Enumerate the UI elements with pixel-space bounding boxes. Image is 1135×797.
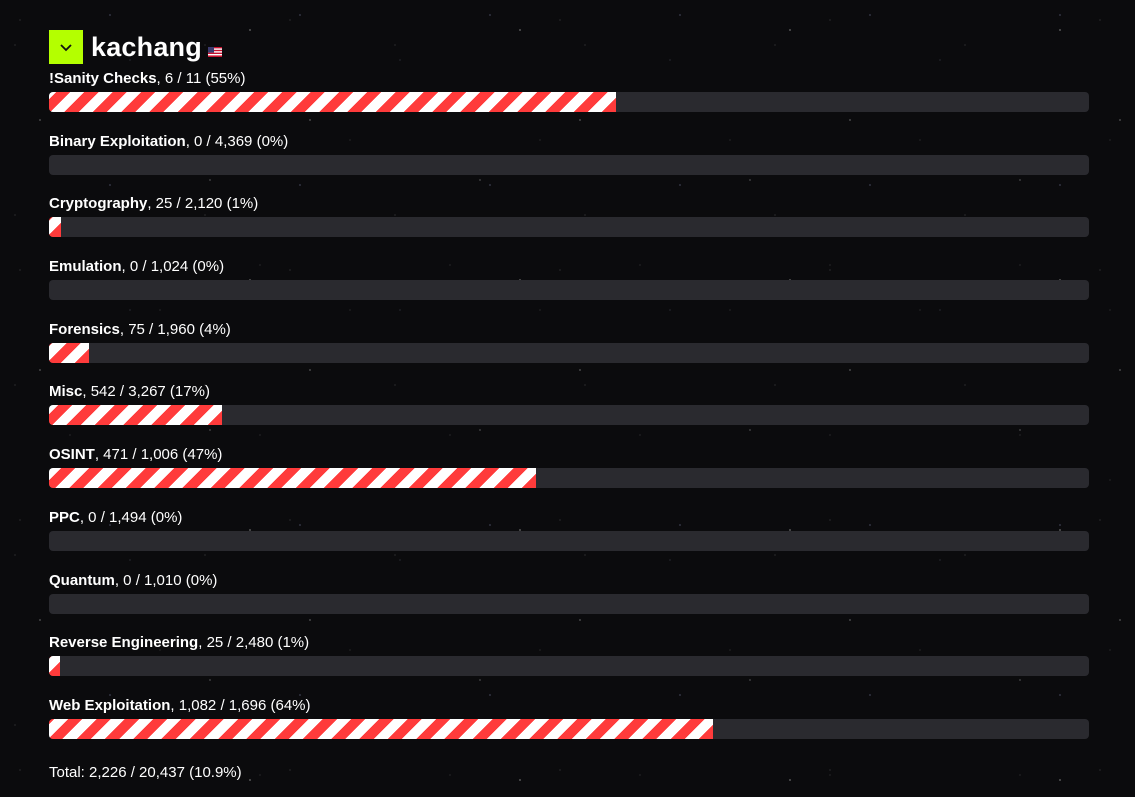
category-label: OSINT, 471 / 1,006 (47%) bbox=[49, 446, 1089, 466]
progress-fill bbox=[49, 468, 536, 489]
category-name: OSINT bbox=[49, 446, 95, 464]
progress-fill bbox=[49, 718, 713, 739]
category-name: Cryptography bbox=[49, 195, 148, 213]
category-label: Misc, 542 / 3,267 (17%) bbox=[49, 383, 1089, 403]
category-stats: , 0 / 4,369 (0%) bbox=[185, 132, 289, 150]
progress-track bbox=[49, 718, 1089, 739]
category-row: !Sanity Checks, 6 / 11 (55%) bbox=[49, 70, 1089, 133]
category-label: !Sanity Checks, 6 / 11 (55%) bbox=[49, 70, 1089, 90]
progress-fill bbox=[49, 342, 89, 363]
category-label: Reverse Engineering, 25 / 2,480 (1%) bbox=[49, 634, 1089, 654]
progress-track bbox=[49, 217, 1089, 238]
category-stats: , 75 / 1,960 (4%) bbox=[119, 320, 231, 338]
username[interactable]: kachang bbox=[91, 30, 202, 64]
user-header: kachang bbox=[49, 30, 1089, 64]
category-stats: , 6 / 11 (55%) bbox=[156, 70, 246, 87]
category-name: PPC bbox=[49, 508, 80, 526]
category-stats: , 0 / 1,010 (0%) bbox=[114, 571, 218, 589]
category-stats: , 25 / 2,480 (1%) bbox=[198, 634, 310, 652]
progress-track bbox=[49, 342, 1089, 363]
category-row: Cryptography, 25 / 2,120 (1%) bbox=[49, 195, 1089, 258]
category-row: PPC, 0 / 1,494 (0%) bbox=[49, 509, 1089, 572]
category-stats: , 1,082 / 1,696 (64%) bbox=[170, 696, 311, 714]
category-row: Forensics, 75 / 1,960 (4%) bbox=[49, 321, 1089, 384]
category-row: Reverse Engineering, 25 / 2,480 (1%) bbox=[49, 634, 1089, 697]
total-summary: Total: 2,226 / 20,437 (10.9%) bbox=[49, 763, 242, 781]
progress-fill bbox=[49, 92, 616, 112]
category-label: Quantum, 0 / 1,010 (0%) bbox=[49, 572, 1089, 592]
scoreboard-panel: kachang !Sanity Checks, 6 / 11 (55%) Bina… bbox=[49, 30, 1089, 782]
category-row: Emulation, 0 / 1,024 (0%) bbox=[49, 258, 1089, 321]
category-stats: , 0 / 1,494 (0%) bbox=[79, 508, 183, 526]
progress-track bbox=[49, 530, 1089, 551]
progress-track bbox=[49, 92, 1089, 112]
category-row: OSINT, 471 / 1,006 (47%) bbox=[49, 446, 1089, 509]
category-stats: , 471 / 1,006 (47%) bbox=[94, 446, 223, 464]
progress-track bbox=[49, 468, 1089, 489]
category-label: PPC, 0 / 1,494 (0%) bbox=[49, 509, 1089, 529]
category-row: Misc, 542 / 3,267 (17%) bbox=[49, 383, 1089, 446]
category-row: Quantum, 0 / 1,010 (0%) bbox=[49, 572, 1089, 635]
progress-fill bbox=[49, 405, 222, 426]
category-stats: , 0 / 1,024 (0%) bbox=[121, 258, 225, 276]
category-row: Web Exploitation, 1,082 / 1,696 (64%) bbox=[49, 697, 1089, 760]
progress-track bbox=[49, 280, 1089, 301]
category-name: Quantum bbox=[49, 571, 115, 589]
category-name: Forensics bbox=[49, 320, 120, 338]
category-name: !Sanity Checks bbox=[49, 70, 157, 87]
progress-fill bbox=[49, 217, 62, 238]
category-stats: , 25 / 2,120 (1%) bbox=[147, 195, 259, 213]
category-name: Binary Exploitation bbox=[49, 132, 186, 150]
category-label: Forensics, 75 / 1,960 (4%) bbox=[49, 321, 1089, 341]
category-list: !Sanity Checks, 6 / 11 (55%) Binary Explo… bbox=[49, 70, 1089, 760]
progress-track bbox=[49, 154, 1089, 175]
us-flag-icon bbox=[207, 47, 222, 57]
collapse-toggle-button[interactable] bbox=[49, 30, 83, 64]
progress-fill bbox=[49, 656, 60, 677]
category-label: Web Exploitation, 1,082 / 1,696 (64%) bbox=[49, 697, 1089, 717]
category-label: Cryptography, 25 / 2,120 (1%) bbox=[49, 195, 1089, 215]
category-name: Misc bbox=[49, 383, 83, 401]
category-name: Emulation bbox=[49, 258, 122, 276]
category-label: Emulation, 0 / 1,024 (0%) bbox=[49, 258, 1089, 278]
progress-track bbox=[49, 593, 1089, 614]
category-label: Binary Exploitation, 0 / 4,369 (0%) bbox=[49, 133, 1089, 153]
progress-track bbox=[49, 656, 1089, 677]
category-name: Reverse Engineering bbox=[49, 634, 199, 652]
chevron-down-icon bbox=[60, 43, 72, 51]
progress-track bbox=[49, 405, 1089, 426]
category-row: Binary Exploitation, 0 / 4,369 (0%) bbox=[49, 133, 1089, 196]
category-stats: , 542 / 3,267 (17%) bbox=[82, 383, 210, 401]
category-name: Web Exploitation bbox=[49, 696, 171, 714]
